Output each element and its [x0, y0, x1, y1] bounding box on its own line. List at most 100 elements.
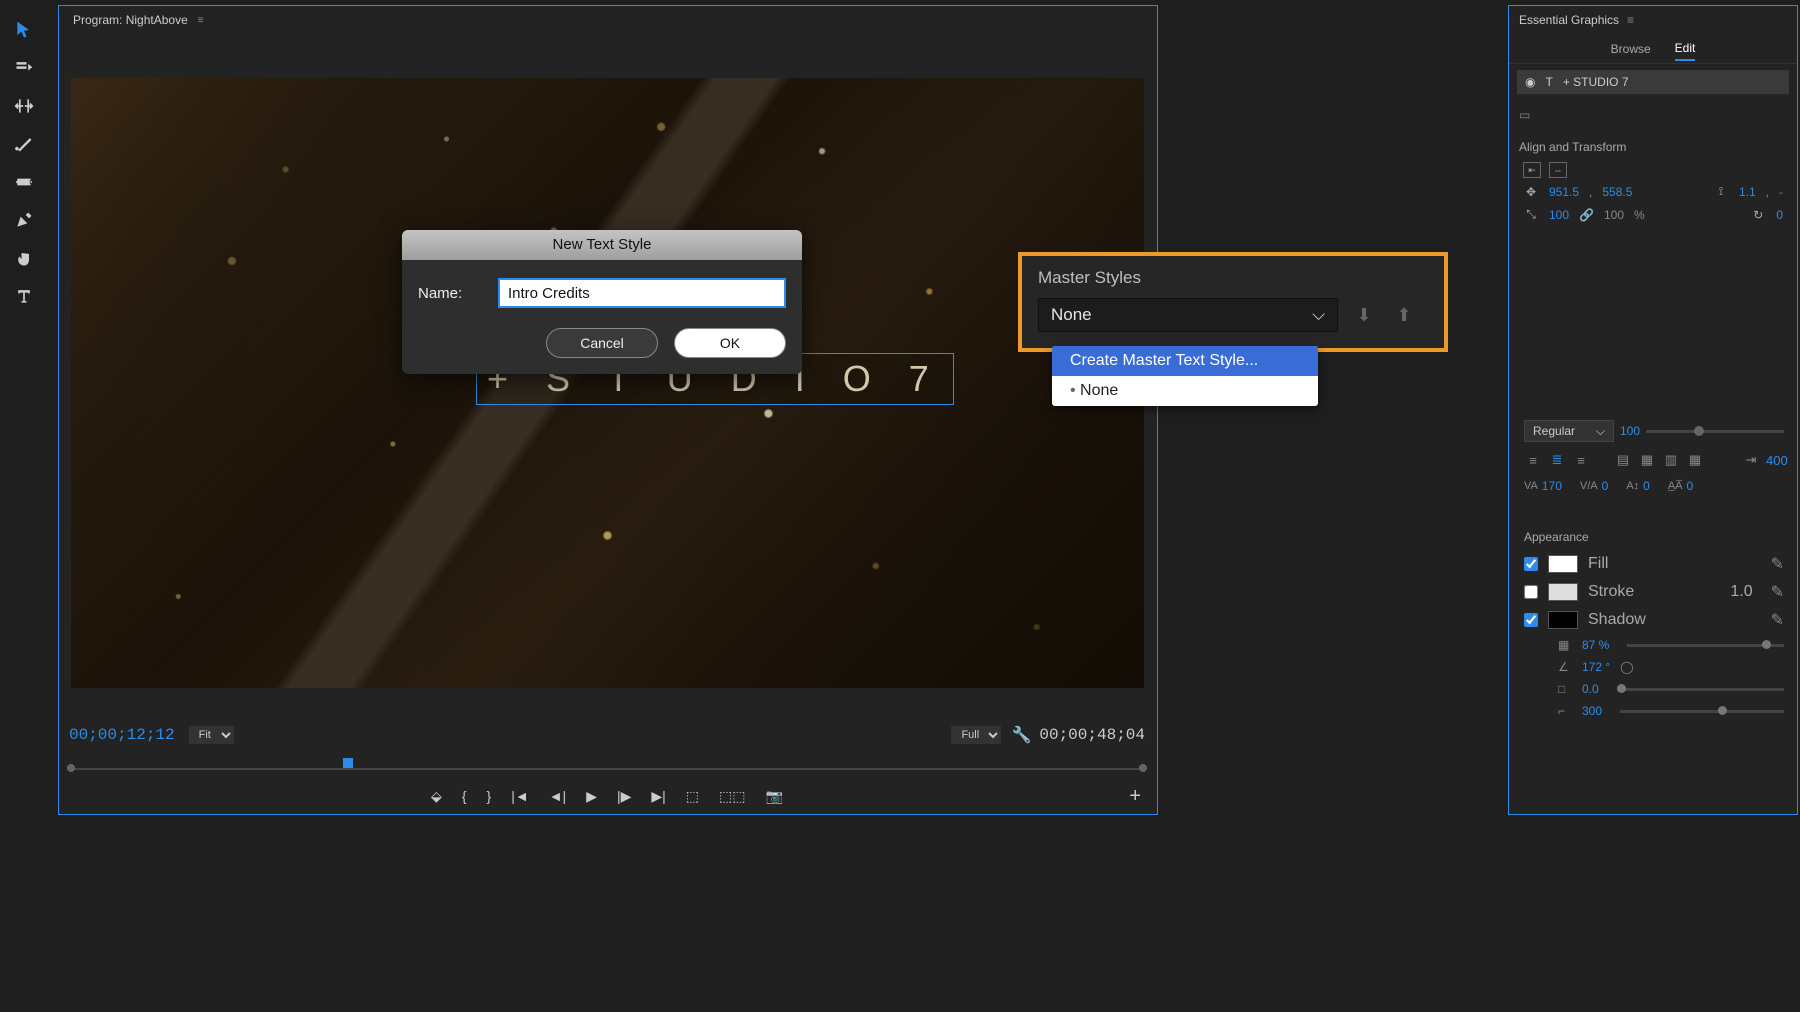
tracking-val[interactable]: 170 [1542, 479, 1562, 493]
indent-val[interactable]: 400 [1766, 453, 1784, 468]
master-style-select[interactable]: None ⌵ [1038, 298, 1338, 332]
visibility-icon[interactable]: ◉ [1525, 75, 1535, 89]
blur-slider[interactable] [1620, 710, 1784, 713]
eyedropper-icon[interactable]: ✎ [1771, 554, 1784, 574]
go-to-out-button[interactable]: ▶| [651, 788, 665, 805]
step-back-button[interactable]: ◄| [549, 788, 567, 804]
shadow-opacity[interactable]: 87 % [1582, 638, 1609, 652]
justify-left-icon[interactable]: ▤ [1614, 452, 1632, 468]
extract-button[interactable]: ⬚⬚ [719, 788, 745, 805]
tab-browse[interactable]: Browse [1611, 38, 1651, 60]
fill-label: Fill [1588, 555, 1608, 573]
align-left-icon[interactable]: ≡ [1524, 453, 1542, 468]
shadow-label: Shadow [1588, 611, 1646, 629]
layer-item[interactable]: ◉ T + STUDIO 7 [1517, 70, 1789, 94]
font-size-slider[interactable] [1646, 430, 1784, 433]
font-weight-select[interactable]: Regular⌵ [1524, 420, 1614, 442]
eyedropper-icon[interactable]: ✎ [1771, 582, 1784, 602]
anchor-val2[interactable]: - [1779, 185, 1783, 199]
export-frame-button[interactable]: 📷 [766, 788, 783, 805]
appearance-title: Appearance [1514, 520, 1794, 550]
justify-right-icon[interactable]: ▥ [1662, 452, 1680, 468]
stroke-width[interactable]: 1.0 [1730, 583, 1752, 601]
go-to-in-button[interactable]: |◄ [511, 788, 529, 804]
in-point-handle[interactable] [67, 764, 75, 772]
type-tool[interactable] [12, 284, 36, 308]
duration-timecode: 00;00;48;04 [1039, 726, 1145, 744]
baseline-val[interactable]: 0 [1643, 479, 1650, 493]
indent-icon: ⇥ [1742, 452, 1760, 468]
leading-val[interactable]: 0 [1687, 479, 1694, 493]
program-header: Program: NightAbove ≡ [59, 6, 1157, 34]
anchor-val[interactable]: 1.1 [1739, 185, 1756, 199]
rotation-val[interactable]: 0 [1776, 208, 1783, 222]
lift-button[interactable]: ⬚ [686, 788, 699, 805]
fill-checkbox[interactable] [1524, 557, 1538, 571]
responsive-design-icon[interactable]: ▭ [1519, 108, 1530, 122]
timecode-row: 00;00;12;12 Fit Full 🔧 00;00;48;04 [69, 720, 1145, 750]
opacity-icon: ▦ [1558, 638, 1572, 652]
timeline-scrubber[interactable] [69, 760, 1145, 778]
dropdown-item-none[interactable]: None [1052, 376, 1318, 406]
step-forward-button[interactable]: |▶ [617, 788, 631, 805]
shadow-checkbox[interactable] [1524, 613, 1538, 627]
scale-w[interactable]: 100 [1549, 208, 1569, 222]
playhead[interactable] [343, 758, 353, 768]
settings-icon[interactable]: 🔧 [1011, 725, 1031, 745]
resolution-select[interactable]: Full [951, 726, 1001, 744]
opacity-slider[interactable] [1627, 644, 1784, 647]
blur-icon: ⌐ [1558, 704, 1572, 718]
link-icon[interactable]: 🔗 [1579, 208, 1594, 222]
mark-in-icon[interactable]: ⬙ [431, 788, 442, 805]
button-editor-icon[interactable]: + [1129, 785, 1141, 808]
align-right-icon[interactable]: ≡ [1572, 453, 1590, 468]
justify-center-icon[interactable]: ▦ [1638, 452, 1656, 468]
current-timecode[interactable]: 00;00;12;12 [69, 726, 175, 744]
track-select-tool[interactable] [12, 56, 36, 80]
eyedropper-icon[interactable]: ✎ [1771, 610, 1784, 630]
video-preview[interactable]: + S T U D I O 7 [71, 78, 1144, 688]
ok-button[interactable]: OK [674, 328, 786, 358]
mark-out-button[interactable]: } [487, 788, 492, 804]
shadow-swatch[interactable] [1548, 611, 1578, 629]
ripple-edit-tool[interactable] [12, 94, 36, 118]
pull-from-master-button[interactable]: ⬆ [1390, 301, 1418, 329]
angle-dial-icon[interactable]: ◯ [1620, 660, 1633, 674]
pen-tool[interactable] [12, 208, 36, 232]
style-name-input[interactable] [498, 278, 786, 308]
fill-swatch[interactable] [1548, 555, 1578, 573]
distance-icon: □ [1558, 682, 1572, 696]
align-left-icon[interactable]: ⇤ [1523, 162, 1541, 178]
distance-slider[interactable] [1617, 688, 1784, 691]
mark-in-button[interactable]: { [462, 788, 467, 804]
zoom-select[interactable]: Fit [189, 726, 234, 744]
shadow-blur[interactable]: 300 [1582, 704, 1602, 718]
panel-menu-icon[interactable]: ≡ [198, 15, 204, 26]
dropdown-item-create[interactable]: Create Master Text Style... [1052, 346, 1318, 376]
tab-edit[interactable]: Edit [1675, 37, 1696, 61]
dialog-title: New Text Style [402, 230, 802, 260]
stroke-checkbox[interactable] [1524, 585, 1538, 599]
angle-icon: ∠ [1558, 660, 1572, 674]
hand-tool[interactable] [12, 246, 36, 270]
slip-tool[interactable] [12, 170, 36, 194]
panel-menu-icon[interactable]: ≡ [1627, 13, 1634, 27]
shadow-angle[interactable]: 172 ° [1582, 660, 1610, 674]
kerning-val[interactable]: 0 [1602, 479, 1609, 493]
font-size[interactable]: 100 [1620, 424, 1640, 438]
razor-tool[interactable] [12, 132, 36, 156]
position-icon: ✥ [1523, 185, 1539, 199]
selection-tool[interactable] [12, 18, 36, 42]
position-y[interactable]: 558.5 [1602, 185, 1632, 199]
align-center-icon[interactable]: ⇔ [1549, 162, 1567, 178]
stroke-label: Stroke [1588, 583, 1634, 601]
cancel-button[interactable]: Cancel [546, 328, 658, 358]
shadow-distance[interactable]: 0.0 [1582, 682, 1599, 696]
justify-all-icon[interactable]: ▦ [1686, 452, 1704, 468]
align-center-icon[interactable]: ≣ [1548, 452, 1566, 468]
push-to-master-button[interactable]: ⬇ [1350, 301, 1378, 329]
out-point-handle[interactable] [1139, 764, 1147, 772]
position-x[interactable]: 951.5 [1549, 185, 1579, 199]
stroke-swatch[interactable] [1548, 583, 1578, 601]
play-button[interactable]: ▶ [586, 788, 597, 805]
